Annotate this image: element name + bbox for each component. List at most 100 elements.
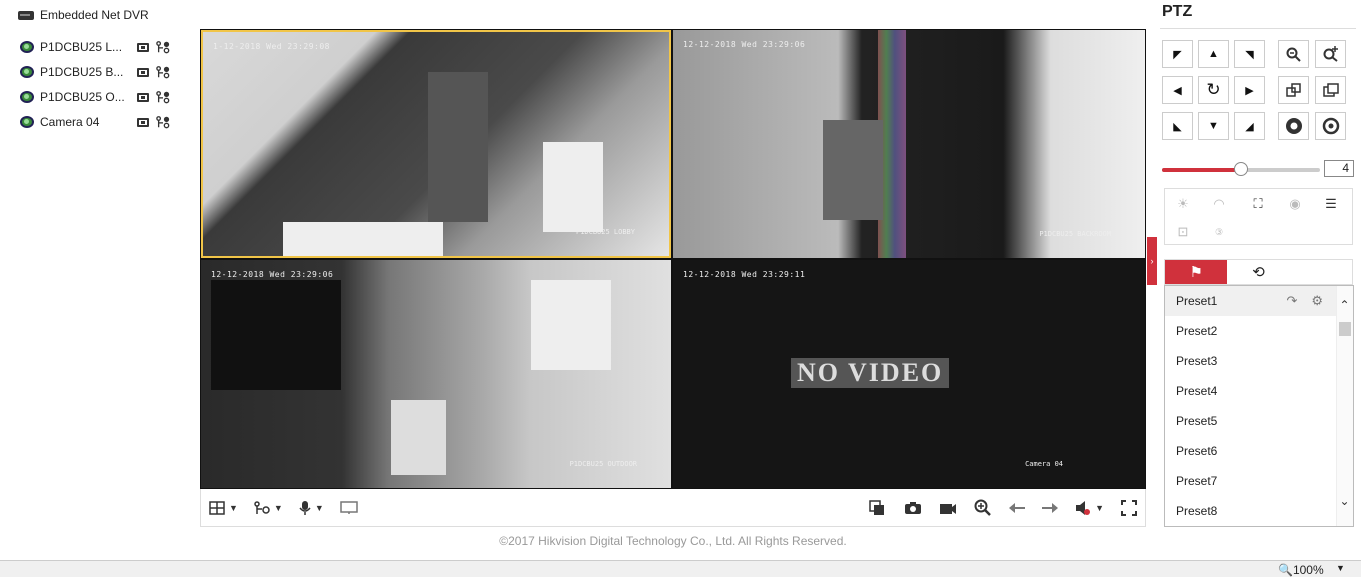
light-button[interactable]: ☀ (1165, 191, 1201, 217)
no-video-overlay: NO VIDEO (791, 358, 950, 388)
device-node[interactable]: Embedded Net DVR (18, 8, 149, 22)
video-tile-2[interactable]: 12-12-2018 Wed 23:29:06 P1DCBU25 BACKROO… (673, 30, 1145, 258)
chevron-up-icon[interactable]: ⌃ (1338, 298, 1351, 312)
camera-item-3[interactable]: P1DCBU25 O... (20, 89, 170, 105)
device-title: Embedded Net DVR (40, 8, 149, 22)
arrow-left-icon (1009, 502, 1026, 513)
zoom-out-icon (1286, 47, 1301, 62)
ptz-icon[interactable] (156, 41, 170, 54)
ptz-down-right-button[interactable]: ◢ (1234, 112, 1265, 140)
preset-label: Preset7 (1176, 474, 1218, 488)
volume-button[interactable]: ▼ (1075, 498, 1104, 518)
record-icon[interactable] (136, 66, 150, 78)
zoom-level[interactable]: 🔍100% (1278, 563, 1324, 577)
focus-frame-icon: ⛶ (1253, 196, 1263, 211)
record-icon[interactable] (136, 41, 150, 53)
preset-scrollbar[interactable]: ⌃ ⌄ (1336, 286, 1353, 526)
list-item[interactable]: Preset5 (1165, 406, 1353, 436)
list-item[interactable]: Preset1 ↷ ⚙ (1165, 286, 1353, 316)
preset-label: Preset1 (1176, 294, 1218, 308)
list-item[interactable]: Preset7 (1165, 466, 1353, 496)
scene-shape (391, 400, 446, 475)
scene-shape (823, 120, 883, 220)
tile-camera-name: P1DCBU25 OUTDOOR (569, 460, 637, 468)
ptz-icon[interactable] (156, 91, 170, 104)
scroll-thumb[interactable] (1339, 322, 1351, 336)
camera-label: P1DCBU25 B... (40, 65, 124, 79)
tab-pattern[interactable] (1290, 260, 1352, 284)
lens-init-button[interactable]: ◉ (1277, 191, 1313, 217)
capture-button[interactable] (904, 498, 922, 518)
manual-track-button[interactable]: ⊡ (1165, 219, 1201, 245)
chevron-down-icon[interactable]: ▼ (1336, 563, 1345, 573)
iris-open-button[interactable] (1278, 112, 1309, 140)
ptz-left-button[interactable]: ◀ (1162, 76, 1193, 104)
list-item[interactable]: Preset6 (1165, 436, 1353, 466)
window-layout-button[interactable]: ▼ (209, 498, 238, 518)
iris-close-button[interactable] (1315, 112, 1346, 140)
display-icon (340, 500, 358, 514)
next-page-button[interactable] (1042, 498, 1059, 518)
camera-icon (905, 501, 922, 514)
ptz-up-button[interactable]: ▲ (1198, 40, 1229, 68)
ptz-speed-slider[interactable] (1162, 162, 1320, 176)
camera-item-4[interactable]: Camera 04 (20, 114, 170, 130)
video-tile-3[interactable]: 12-12-2018 Wed 23:29:06 P1DCBU25 OUTDOOR (201, 260, 671, 488)
tab-presets[interactable]: ⚑ (1165, 260, 1228, 284)
grid-icon (209, 500, 225, 515)
scene-shape (543, 142, 603, 232)
list-item[interactable]: Preset3 (1165, 346, 1353, 376)
video-tile-1[interactable]: 1-12-2018 Wed 23:29:08 P1DCBU25 LOBBY (201, 30, 671, 258)
stream-icon (254, 500, 270, 514)
focus-near-button[interactable] (1278, 76, 1309, 104)
camera-item-2[interactable]: P1DCBU25 B... (20, 64, 170, 80)
speed-slider-handle[interactable] (1234, 162, 1248, 176)
ptz-icon[interactable] (156, 66, 170, 79)
ptz-icon[interactable] (156, 116, 170, 129)
ptz-auto-button[interactable]: ↻ (1198, 76, 1229, 104)
ptz-up-right-button[interactable]: ◥ (1234, 40, 1265, 68)
zoom-in-button[interactable] (1315, 40, 1346, 68)
ptz-down-button[interactable]: ▼ (1198, 112, 1229, 140)
record-icon[interactable] (136, 116, 150, 128)
scene-shape (283, 222, 443, 256)
focus-far-button[interactable] (1315, 76, 1346, 104)
camera-item-1[interactable]: P1DCBU25 L... (20, 39, 170, 55)
video-tile-4[interactable]: 12-12-2018 Wed 23:29:11 NO VIDEO Camera … (673, 260, 1145, 488)
gear-icon[interactable]: ⚙ (1311, 293, 1323, 308)
light-icon: ☀ (1177, 196, 1189, 211)
preset-list: Preset1 ↷ ⚙ Preset2 Preset3 Preset4 Prese… (1164, 285, 1354, 527)
chevron-down-icon: ▼ (273, 502, 283, 513)
call-preset-icon[interactable]: ↷ (1286, 293, 1297, 308)
list-item[interactable]: Preset2 (1165, 316, 1353, 346)
list-item[interactable]: Preset8 (1165, 496, 1353, 526)
chevron-down-icon: ▼ (1095, 502, 1104, 513)
ptz-right-button[interactable]: ▶ (1234, 76, 1265, 104)
list-item[interactable]: Preset4 (1165, 376, 1353, 406)
stream-type-button[interactable]: ▼ (254, 498, 283, 518)
track-icon: ⊡ (1177, 224, 1189, 239)
zoom-out-button[interactable] (1278, 40, 1309, 68)
3d-zoom-button[interactable]: ③ (1201, 219, 1237, 245)
chevron-down-icon: ▼ (314, 502, 324, 513)
ptz-up-left-button[interactable]: ◤ (1162, 40, 1193, 68)
ptz-panel-toggle[interactable]: › (1147, 237, 1157, 285)
auxiliary-focus-button[interactable]: ⛶ (1240, 191, 1276, 217)
arrow-left-icon: ◀ (1173, 84, 1182, 97)
tab-patrol[interactable]: ⟲ (1227, 260, 1289, 284)
previous-page-button[interactable] (1009, 498, 1026, 518)
enable-all-button[interactable] (340, 498, 358, 518)
scene-shape (211, 280, 341, 390)
record-icon[interactable] (136, 91, 150, 103)
wiper-icon: ◠ (1213, 196, 1225, 211)
digital-zoom-button[interactable] (974, 498, 992, 518)
stop-all-button[interactable] (869, 498, 885, 518)
empty-cell (1240, 219, 1276, 245)
chevron-down-icon[interactable]: ⌄ (1338, 494, 1351, 508)
microphone-button[interactable]: ▼ (299, 498, 324, 518)
ptz-down-left-button[interactable]: ◣ (1162, 112, 1193, 140)
fullscreen-button[interactable] (1121, 498, 1137, 518)
menu-button[interactable]: ☰ (1313, 191, 1349, 217)
record-clip-button[interactable] (939, 498, 957, 518)
wiper-button[interactable]: ◠ (1201, 191, 1237, 217)
